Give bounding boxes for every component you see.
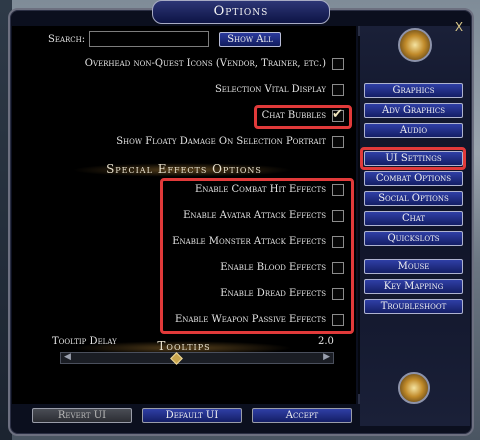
option-label: Show Floaty Damage On Selection Portrait: [116, 136, 326, 147]
side-menu-social-options[interactable]: Social Options: [364, 191, 463, 206]
emblem-orb-icon: [398, 28, 432, 62]
close-icon[interactable]: X: [452, 20, 466, 34]
checkbox[interactable]: [332, 136, 344, 148]
tooltip-delay-label: Tooltip Delay: [52, 336, 117, 347]
checkbox[interactable]: [332, 210, 344, 222]
option-label: Enable Blood Effects: [220, 262, 326, 273]
tooltip-delay-value: 2.0: [318, 336, 334, 347]
side-menu-troubleshoot[interactable]: Troubleshoot: [364, 299, 463, 314]
search-label: Search:: [48, 34, 86, 45]
option-row-weapon-passive[interactable]: Enable Weapon Passive Effects: [175, 312, 344, 328]
show-all-button[interactable]: Show All: [219, 32, 281, 47]
section-title-special-effects: Special Effects Options: [106, 162, 262, 176]
side-menu-audio[interactable]: Audio: [364, 123, 463, 138]
slider-right-arrow-icon[interactable]: ▶: [323, 352, 330, 362]
slider-thumb[interactable]: [169, 352, 183, 365]
options-content-panel: Search: Show All Overhead non-Quest Icon…: [12, 26, 356, 404]
option-label: Chat Bubbles: [261, 110, 326, 121]
option-row-monster-attack[interactable]: Enable Monster Attack Effects: [172, 234, 344, 250]
option-row-combat-hit[interactable]: Enable Combat Hit Effects: [195, 182, 344, 198]
side-menu-mouse[interactable]: Mouse: [364, 259, 463, 274]
side-menu-quickslots[interactable]: Quickslots: [364, 231, 463, 246]
side-menu-graphics[interactable]: Graphics: [364, 83, 463, 98]
option-row-dread[interactable]: Enable Dread Effects: [220, 286, 344, 302]
side-menu-chat[interactable]: Chat: [364, 211, 463, 226]
checkbox[interactable]: [332, 58, 344, 70]
option-row-blood[interactable]: Enable Blood Effects: [220, 260, 344, 276]
side-menu-adv-graphics[interactable]: Adv Graphics: [364, 103, 463, 118]
option-label: Enable Combat Hit Effects: [194, 184, 326, 195]
option-label: Enable Weapon Passive Effects: [174, 314, 326, 325]
option-row-overhead-icons[interactable]: Overhead non-Quest Icons (Vendor, Traine…: [85, 56, 344, 72]
side-menu-key-mapping[interactable]: Key Mapping: [364, 279, 463, 294]
default-ui-button[interactable]: Default UI: [142, 408, 242, 423]
checkbox[interactable]: [332, 288, 344, 300]
accept-button[interactable]: Accept: [252, 408, 352, 423]
emblem-orb-bottom-icon: [398, 372, 430, 404]
tooltip-delay-slider[interactable]: ◀ ▶: [60, 352, 334, 365]
side-menu-ui-settings[interactable]: UI Settings: [364, 151, 463, 166]
side-menu-combat-options[interactable]: Combat Options: [364, 171, 463, 186]
checkbox[interactable]: [332, 236, 344, 248]
slider-left-arrow-icon[interactable]: ◀: [64, 352, 71, 362]
option-label: Overhead non-Quest Icons (Vendor, Traine…: [84, 58, 326, 69]
checkbox-checked[interactable]: [332, 107, 344, 123]
option-label: Enable Dread Effects: [220, 288, 326, 299]
option-label: Enable Avatar Attack Effects: [183, 210, 326, 221]
option-row-floaty-damage[interactable]: Show Floaty Damage On Selection Portrait: [116, 134, 344, 150]
checkbox[interactable]: [332, 84, 344, 96]
checkbox[interactable]: [332, 314, 344, 326]
window-title: Options: [152, 0, 330, 24]
option-row-chat-bubbles[interactable]: Chat Bubbles: [261, 107, 344, 124]
option-label: Enable Monster Attack Effects: [172, 236, 326, 247]
checkbox[interactable]: [332, 184, 344, 196]
option-row-selection-vital[interactable]: Selection Vital Display: [215, 82, 344, 98]
option-row-avatar-attack[interactable]: Enable Avatar Attack Effects: [183, 208, 344, 224]
option-label: Selection Vital Display: [214, 84, 326, 95]
search-input[interactable]: [89, 31, 209, 47]
revert-ui-button[interactable]: Revert UI: [32, 408, 132, 423]
checkbox[interactable]: [332, 262, 344, 274]
